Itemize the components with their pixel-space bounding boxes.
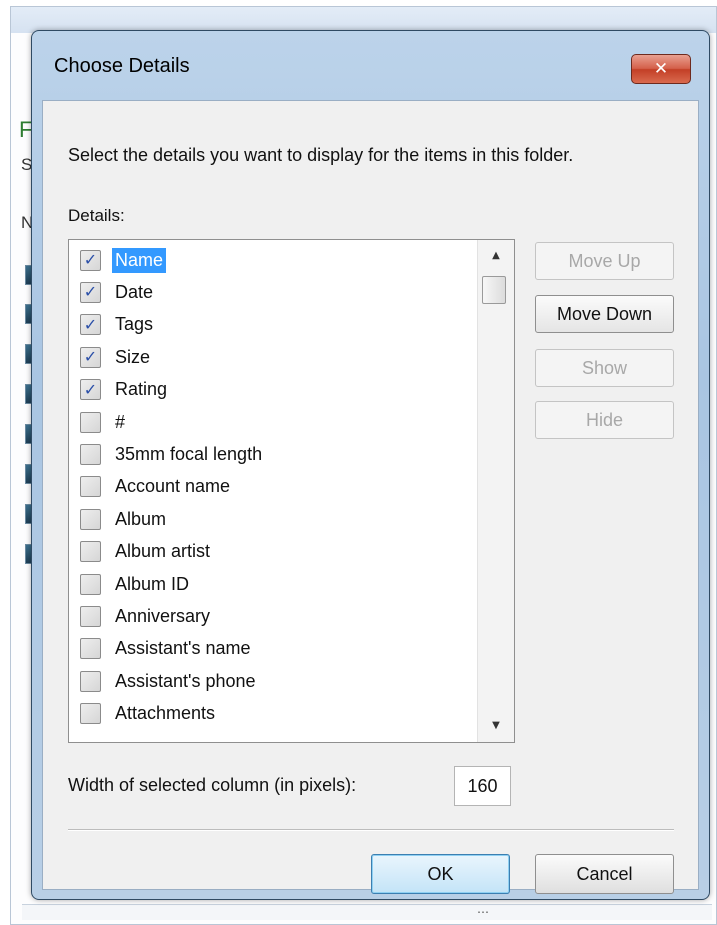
move-up-button[interactable]: Move Up — [535, 242, 674, 280]
details-item-label: Date — [115, 281, 154, 302]
checkbox[interactable] — [80, 605, 101, 627]
checkbox-checked[interactable]: ✓ — [80, 314, 101, 336]
move-down-button[interactable]: Move Down — [535, 295, 674, 333]
checkbox[interactable] — [80, 508, 101, 530]
details-item-label: Assistant's name — [115, 638, 251, 659]
checkbox-checked[interactable]: ✓ — [80, 249, 101, 271]
checkbox[interactable] — [80, 411, 101, 433]
details-list-item[interactable]: Account name — [80, 473, 233, 501]
details-list-item[interactable]: Anniversary — [80, 602, 213, 630]
column-width-label: Width of selected column (in pixels): — [68, 775, 357, 795]
show-button[interactable]: Show — [535, 349, 674, 387]
details-list-item[interactable]: Assistant's phone — [80, 667, 259, 695]
details-item-label: 35mm focal length — [115, 443, 263, 464]
list-scrollbar[interactable]: ▲ ▼ — [477, 240, 514, 742]
checkmark-icon: ✓ — [83, 250, 98, 269]
details-item-label: Assistant's phone — [115, 670, 256, 691]
checkbox[interactable] — [80, 541, 101, 563]
checkbox[interactable] — [80, 443, 101, 465]
details-list-item[interactable]: Album ID — [80, 570, 192, 598]
divider — [68, 829, 674, 831]
ok-button[interactable]: OK — [371, 854, 510, 894]
checkbox-checked[interactable]: ✓ — [80, 281, 101, 303]
details-list-item[interactable]: ✓ Date — [80, 278, 156, 306]
details-list-item[interactable]: ✓ Rating — [80, 376, 170, 404]
details-item-label: Anniversary — [115, 605, 211, 626]
checkbox-checked[interactable]: ✓ — [80, 379, 101, 401]
details-item-label: Rating — [115, 379, 168, 400]
details-item-label: Tags — [115, 314, 154, 335]
details-list-item[interactable]: # — [80, 408, 128, 436]
details-item-label: Attachments — [115, 703, 216, 724]
details-list-item[interactable]: 35mm focal length — [80, 440, 265, 468]
details-list-item[interactable]: ✓ Name — [80, 246, 167, 274]
details-list-item[interactable]: Album artist — [80, 538, 213, 566]
background-horizontal-scrollbar[interactable]: … — [22, 902, 712, 920]
details-list-item[interactable]: Assistant's name — [80, 635, 254, 663]
details-item-label: Album ID — [115, 573, 190, 594]
details-item-label: # — [115, 411, 126, 432]
checkbox[interactable] — [80, 638, 101, 660]
close-button[interactable]: ✕ — [631, 54, 691, 84]
checkbox[interactable] — [80, 670, 101, 692]
details-list-item[interactable]: Album — [80, 505, 169, 533]
hide-button[interactable]: Hide — [535, 401, 674, 439]
details-list[interactable]: ✓ Name ✓ Date ✓ Tags ✓ Size ✓ Rating #35mm focal l… — [68, 239, 515, 743]
instruction-text: Select the details you want to display f… — [68, 145, 574, 165]
checkmark-icon: ✓ — [83, 347, 98, 367]
details-item-label: Size — [115, 346, 151, 367]
column-width-input[interactable]: 160 — [454, 766, 511, 806]
details-item-label: Album artist — [115, 541, 211, 562]
details-list-item[interactable]: Attachments — [80, 700, 218, 728]
checkmark-icon: ✓ — [83, 314, 98, 334]
checkbox[interactable] — [80, 476, 101, 498]
details-item-label: Album — [115, 508, 167, 529]
details-list-item[interactable]: ✓ Size — [80, 343, 153, 371]
details-item-label: Name — [112, 247, 167, 273]
dialog-title: Choose Details — [54, 55, 190, 77]
scrollbar-grip-icon: … — [477, 902, 490, 916]
checkmark-icon: ✓ — [83, 282, 98, 302]
details-list-item[interactable]: ✓ Tags — [80, 311, 156, 339]
details-label: Details: — [68, 206, 125, 225]
scroll-up-arrow-icon[interactable]: ▲ — [478, 242, 514, 270]
close-icon: ✕ — [653, 59, 669, 79]
checkmark-icon: ✓ — [83, 379, 98, 399]
choose-details-dialog: Choose Details ✕ Select the details you … — [31, 30, 710, 900]
cancel-button[interactable]: Cancel — [535, 854, 674, 894]
checkbox[interactable] — [80, 703, 101, 725]
checkbox[interactable] — [80, 573, 101, 595]
checkbox-checked[interactable]: ✓ — [80, 346, 101, 368]
details-item-label: Account name — [115, 476, 231, 497]
dialog-content: Select the details you want to display f… — [42, 100, 699, 894]
scroll-down-arrow-icon[interactable]: ▼ — [478, 712, 514, 740]
scroll-thumb[interactable] — [482, 276, 506, 304]
